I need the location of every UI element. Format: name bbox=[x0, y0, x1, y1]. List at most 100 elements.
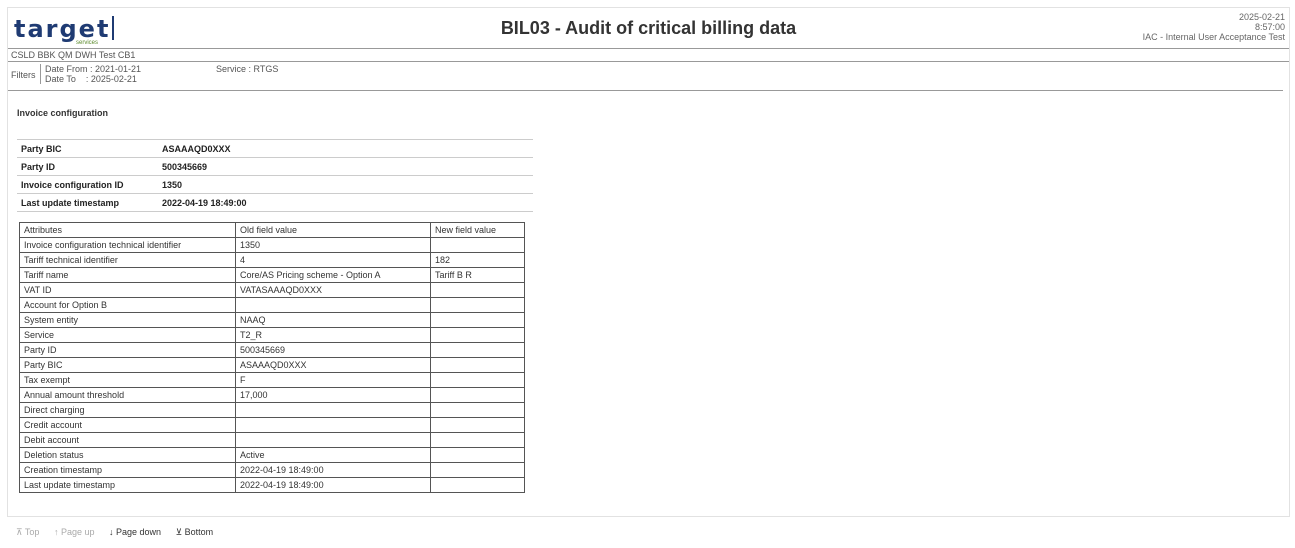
old-value-cell: VATASAAAQD0XXX bbox=[235, 282, 431, 298]
attribute-cell: Annual amount threshold bbox=[19, 387, 236, 403]
filters-dates: Date From : 2021-01-21 Date To : 2025-02… bbox=[40, 64, 185, 84]
old-value-cell: Core/AS Pricing scheme - Option A bbox=[235, 267, 431, 283]
audit-row: Credit account bbox=[19, 417, 525, 433]
audit-row: Tax exempt F bbox=[19, 372, 525, 388]
filter-date-from: Date From : 2021-01-21 bbox=[45, 64, 142, 74]
new-value-cell bbox=[430, 417, 525, 433]
old-value-cell: ASAAAQD0XXX bbox=[235, 357, 431, 373]
report-meta: 2025-02-21 8:57:00 IAC - Internal User A… bbox=[1143, 12, 1285, 42]
environment-name: IAC - Internal User Acceptance Test bbox=[1142, 32, 1285, 42]
audit-row: Direct charging bbox=[19, 402, 525, 418]
summary-key: Party ID bbox=[17, 157, 158, 176]
old-value-cell: 500345669 bbox=[235, 342, 431, 358]
new-value-cell bbox=[430, 447, 525, 463]
new-value-cell bbox=[430, 327, 525, 343]
new-value-cell bbox=[430, 357, 525, 373]
pager-page-down-button[interactable]: ↓ Page down bbox=[109, 527, 161, 537]
old-value-cell bbox=[235, 432, 431, 448]
new-value-cell bbox=[430, 432, 525, 448]
new-value-cell bbox=[430, 342, 525, 358]
audit-row: VAT ID VATASAAAQD0XXX bbox=[19, 282, 525, 298]
attribute-cell: Credit account bbox=[19, 417, 236, 433]
summary-table: Party BIC ASAAAQD0XXX Party ID 500345669… bbox=[17, 139, 533, 212]
attribute-cell: Deletion status bbox=[19, 447, 236, 463]
old-value-cell: 1350 bbox=[235, 237, 431, 253]
audit-table: Attributes Old field value New field value… bbox=[19, 222, 525, 493]
new-value-cell bbox=[430, 402, 525, 418]
new-value-cell bbox=[430, 387, 525, 403]
new-value-cell: 182 bbox=[430, 252, 525, 268]
audit-row: Tariff name Core/AS Pricing scheme - Opti… bbox=[19, 267, 525, 283]
attribute-cell: Party ID bbox=[19, 342, 236, 358]
attribute-cell: Party BIC bbox=[19, 357, 236, 373]
attribute-cell: Tariff name bbox=[19, 267, 236, 283]
audit-row: Party ID 500345669 bbox=[19, 342, 525, 358]
divider bbox=[8, 90, 1283, 91]
attribute-cell: Account for Option B bbox=[19, 297, 236, 313]
audit-row: Invoice configuration technical identifi… bbox=[19, 237, 525, 253]
summary-value: 500345669 bbox=[158, 157, 533, 176]
filter-service: Service : RTGS bbox=[216, 64, 279, 74]
summary-row: Party ID 500345669 bbox=[17, 157, 533, 176]
old-value-cell: 2022-04-19 18:49:00 bbox=[235, 477, 431, 493]
summary-row: Party BIC ASAAAQD0XXX bbox=[17, 139, 533, 158]
attribute-cell: Tax exempt bbox=[19, 372, 236, 388]
summary-value: 1350 bbox=[158, 175, 533, 194]
new-value-cell: Tariff B R bbox=[430, 267, 525, 283]
new-value-cell bbox=[430, 372, 525, 388]
old-value-cell: NAAQ bbox=[235, 312, 431, 328]
pager-bottom-button[interactable]: ⊻ Bottom bbox=[176, 527, 214, 537]
pager: ⊼ Top ↑ Page up ↓ Page down ⊻ Bottom bbox=[16, 527, 225, 538]
attribute-cell: Debit account bbox=[19, 432, 236, 448]
report-time: 8:57:00 bbox=[1254, 22, 1285, 32]
audit-row: Debit account bbox=[19, 432, 525, 448]
audit-row: Last update timestamp 2022-04-19 18:49:00 bbox=[19, 477, 525, 493]
audit-header-row: Attributes Old field value New field value bbox=[19, 222, 525, 238]
pager-page-up-button[interactable]: ↑ Page up bbox=[54, 527, 95, 537]
old-value-cell bbox=[235, 417, 431, 433]
old-value-cell bbox=[235, 402, 431, 418]
audit-row: Account for Option B bbox=[19, 297, 525, 313]
new-value-cell bbox=[430, 477, 525, 493]
attribute-cell: VAT ID bbox=[19, 282, 236, 298]
attribute-cell: Tariff technical identifier bbox=[19, 252, 236, 268]
logo-subtext: services bbox=[76, 40, 99, 46]
column-header-attributes: Attributes bbox=[19, 222, 236, 238]
attribute-cell: Service bbox=[19, 327, 236, 343]
column-header-new-value: New field value bbox=[430, 222, 525, 238]
audit-row: Tariff technical identifier 4 182 bbox=[19, 252, 525, 268]
new-value-cell bbox=[430, 462, 525, 478]
report-date: 2025-02-21 bbox=[1238, 12, 1285, 22]
column-header-old-value: Old field value bbox=[235, 222, 431, 238]
filters-label: Filters bbox=[11, 70, 36, 80]
audit-row: Party BIC ASAAAQD0XXX bbox=[19, 357, 525, 373]
audit-row: Creation timestamp 2022-04-19 18:49:00 bbox=[19, 462, 525, 478]
report-title: BIL03 - Audit of critical billing data bbox=[500, 18, 797, 38]
audit-row: Annual amount threshold 17,000 bbox=[19, 387, 525, 403]
new-value-cell bbox=[430, 312, 525, 328]
attribute-cell: Invoice configuration technical identifi… bbox=[19, 237, 236, 253]
summary-value: ASAAAQD0XXX bbox=[158, 139, 533, 158]
section-title: Invoice configuration bbox=[17, 108, 109, 118]
summary-key: Party BIC bbox=[17, 139, 158, 158]
environment-line: CSLD BBK QM DWH Test CB1 bbox=[8, 48, 1289, 62]
filter-date-to: Date To : 2025-02-21 bbox=[45, 74, 137, 84]
attribute-cell: System entity bbox=[19, 312, 236, 328]
new-value-cell bbox=[430, 297, 525, 313]
new-value-cell bbox=[430, 237, 525, 253]
attribute-cell: Last update timestamp bbox=[19, 477, 236, 493]
attribute-cell: Creation timestamp bbox=[19, 462, 236, 478]
audit-row: System entity NAAQ bbox=[19, 312, 525, 328]
old-value-cell: Active bbox=[235, 447, 431, 463]
summary-value: 2022-04-19 18:49:00 bbox=[158, 193, 533, 212]
old-value-cell: 17,000 bbox=[235, 387, 431, 403]
audit-row: Deletion status Active bbox=[19, 447, 525, 463]
pager-top-button[interactable]: ⊼ Top bbox=[16, 527, 39, 537]
audit-row: Service T2_R bbox=[19, 327, 525, 343]
new-value-cell bbox=[430, 282, 525, 298]
summary-row: Invoice configuration ID 1350 bbox=[17, 175, 533, 194]
old-value-cell: T2_R bbox=[235, 327, 431, 343]
old-value-cell: F bbox=[235, 372, 431, 388]
old-value-cell: 4 bbox=[235, 252, 431, 268]
summary-row: Last update timestamp 2022-04-19 18:49:0… bbox=[17, 193, 533, 212]
